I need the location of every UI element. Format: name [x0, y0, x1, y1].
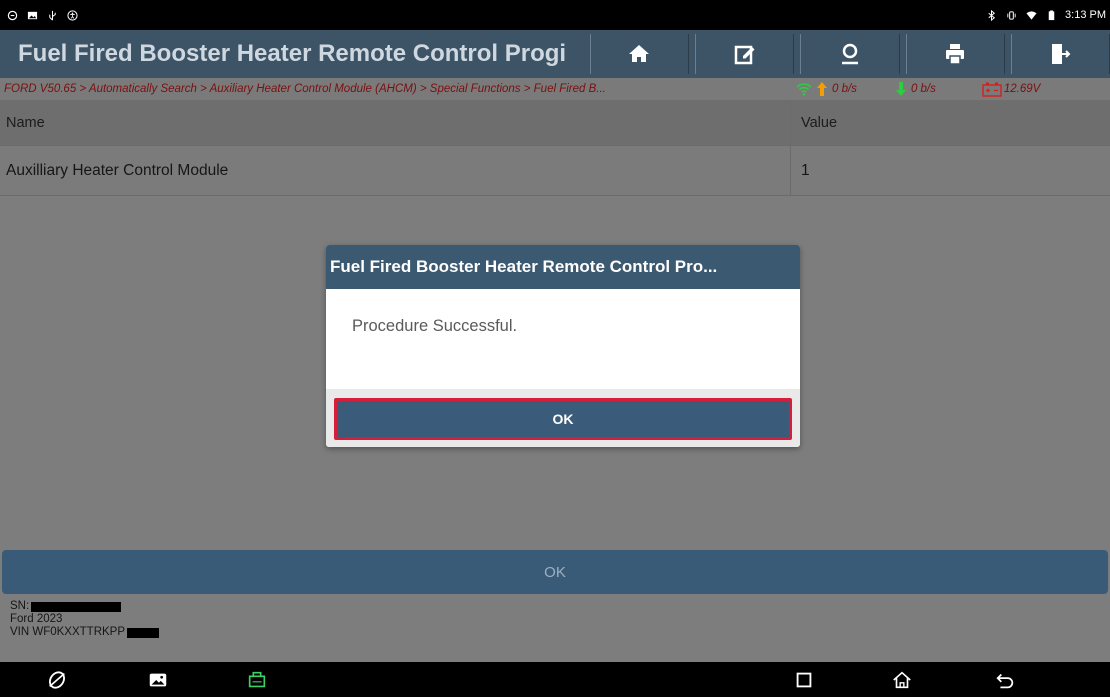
status-bar-left: [6, 9, 78, 21]
success-dialog: Fuel Fired Booster Heater Remote Control…: [326, 245, 800, 447]
recent-apps-button[interactable]: [792, 668, 816, 692]
device-info: SN: Ford 2023 VIN WF0KXXTTRKPP: [10, 600, 160, 639]
print-button[interactable]: [905, 34, 1005, 74]
browser-button[interactable]: [45, 668, 69, 692]
back-icon: [996, 673, 1014, 689]
data-table: Name Value Auxilliary Heater Control Mod…: [0, 100, 1110, 196]
battery-voltage: 12.69V: [1003, 83, 1041, 95]
home-button[interactable]: [589, 34, 689, 74]
download-arrow-icon: [895, 82, 906, 96]
home-outline-icon: [893, 671, 911, 689]
redacted-serial: [31, 601, 122, 612]
image-icon: [26, 9, 38, 21]
page-title: Fuel Fired Booster Heater Remote Control…: [18, 40, 567, 67]
exit-button[interactable]: [1010, 34, 1110, 74]
navigation-bar: [0, 662, 1110, 697]
row-name: Auxilliary Heater Control Module: [6, 161, 229, 179]
vin-line: VIN WF0KXXTTRKPP: [10, 626, 160, 639]
bottom-ok-button[interactable]: OK: [2, 550, 1108, 594]
vehicle-info: Ford 2023: [10, 613, 63, 625]
edit-button[interactable]: [694, 34, 795, 74]
title-bar: Fuel Fired Booster Heater Remote Control…: [0, 30, 1110, 78]
edit-icon: [734, 45, 755, 65]
back-button[interactable]: [993, 668, 1017, 692]
column-header-name: Name: [6, 114, 45, 131]
car-battery-icon: [982, 82, 1002, 97]
row-value: 1: [790, 146, 1110, 195]
recent-apps-icon: [796, 672, 812, 688]
vci-icon: [248, 671, 266, 688]
serial-number-line: SN:: [10, 600, 159, 613]
download-status: 0 b/s: [893, 81, 936, 97]
redacted-vin: [127, 627, 160, 638]
clock: 3:13 PM: [1065, 9, 1106, 21]
dialog-ok-button[interactable]: OK: [334, 398, 792, 440]
print-icon: [946, 44, 965, 65]
battery-icon: [1045, 9, 1057, 21]
vin-label: VIN WF0KXXTTRKPP: [10, 626, 126, 638]
user-button[interactable]: [800, 34, 900, 74]
vehicle-line: Ford 2023: [10, 613, 159, 626]
dialog-title: Fuel Fired Booster Heater Remote Control…: [326, 245, 800, 289]
exit-icon: [1052, 44, 1071, 64]
breadcrumb-bar: FORD V50.65 > Automatically Search > Aux…: [0, 78, 1110, 100]
bluetooth-icon: [985, 9, 997, 21]
sn-label: SN:: [10, 600, 30, 612]
gallery-icon: [149, 673, 167, 687]
dialog-footer: OK: [326, 389, 800, 447]
wifi-signal-icon: [796, 83, 812, 96]
download-rate: 0 b/s: [910, 83, 936, 95]
status-bar-right: 3:13 PM: [985, 9, 1106, 21]
upload-status: 0 b/s: [796, 81, 857, 97]
dialog-message: Procedure Successful.: [352, 317, 518, 335]
vci-button[interactable]: [245, 668, 269, 692]
breadcrumb: FORD V50.65 > Automatically Search > Aux…: [4, 83, 606, 95]
vibrate-icon: [1005, 9, 1017, 21]
status-bar: 3:13 PM: [0, 0, 1110, 30]
home-nav-button[interactable]: [890, 668, 914, 692]
table-row: Auxilliary Heater Control Module 1: [0, 146, 1110, 196]
app-window: 3:13 PM Fuel Fired Booster Heater Remote…: [0, 0, 1110, 697]
chat-icon: [6, 9, 18, 21]
upload-arrow-icon: [817, 82, 827, 96]
battery-voltage-status: 12.69V: [982, 81, 1040, 97]
gallery-button[interactable]: [146, 668, 170, 692]
user-icon: [841, 43, 858, 65]
browser-icon: [49, 671, 65, 689]
column-header-value: Value: [790, 100, 1110, 145]
upload-rate: 0 b/s: [832, 83, 857, 95]
usb-icon: [46, 9, 58, 21]
home-icon: [629, 45, 650, 62]
accessibility-icon: [66, 9, 78, 21]
wifi-icon: [1025, 9, 1037, 21]
table-header: Name Value: [0, 100, 1110, 146]
